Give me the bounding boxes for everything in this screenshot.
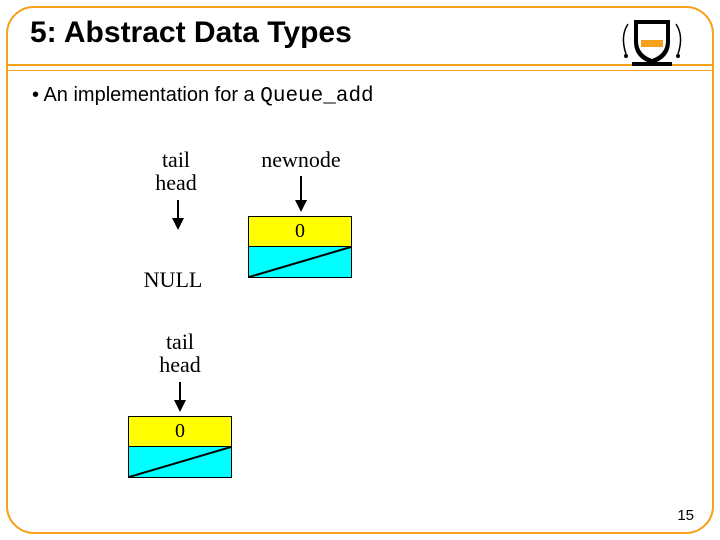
bullet-code: Queue_add <box>260 85 373 108</box>
arrow-down-icon <box>168 200 188 230</box>
bullet-line: • An implementation for a Queue_add <box>32 84 374 108</box>
node-box-1: 0 <box>248 216 352 278</box>
label-tail-text-2: tail <box>150 330 210 353</box>
crest-icon <box>616 14 688 68</box>
title-rule-2 <box>8 70 712 71</box>
null-slash-icon <box>129 447 231 477</box>
label-tail-text: tail <box>146 148 206 171</box>
label-head-text: head <box>146 171 206 194</box>
slide-frame: 5: Abstract Data Types • An implementati… <box>6 6 714 534</box>
page-number: 15 <box>677 507 694 524</box>
node-box-2: 0 <box>128 416 232 478</box>
arrow-down-icon <box>291 176 311 212</box>
title-rule-1 <box>8 64 712 66</box>
label-tail-1: tail head <box>146 148 206 194</box>
title-area: 5: Abstract Data Types <box>8 8 712 54</box>
slide-title: 5: Abstract Data Types <box>30 16 690 50</box>
label-null: NULL <box>128 268 218 291</box>
node-next-cell <box>249 247 351 277</box>
label-head-text-2: head <box>150 353 210 376</box>
bullet-text: • An implementation for a <box>32 84 260 106</box>
label-tail-2: tail head <box>150 330 210 376</box>
node-value-cell: 0 <box>249 217 351 247</box>
node-value-cell-2: 0 <box>129 417 231 447</box>
label-newnode: newnode <box>246 148 356 171</box>
node-next-cell-2 <box>129 447 231 477</box>
null-slash-icon <box>249 247 351 277</box>
arrow-down-icon <box>170 382 190 412</box>
